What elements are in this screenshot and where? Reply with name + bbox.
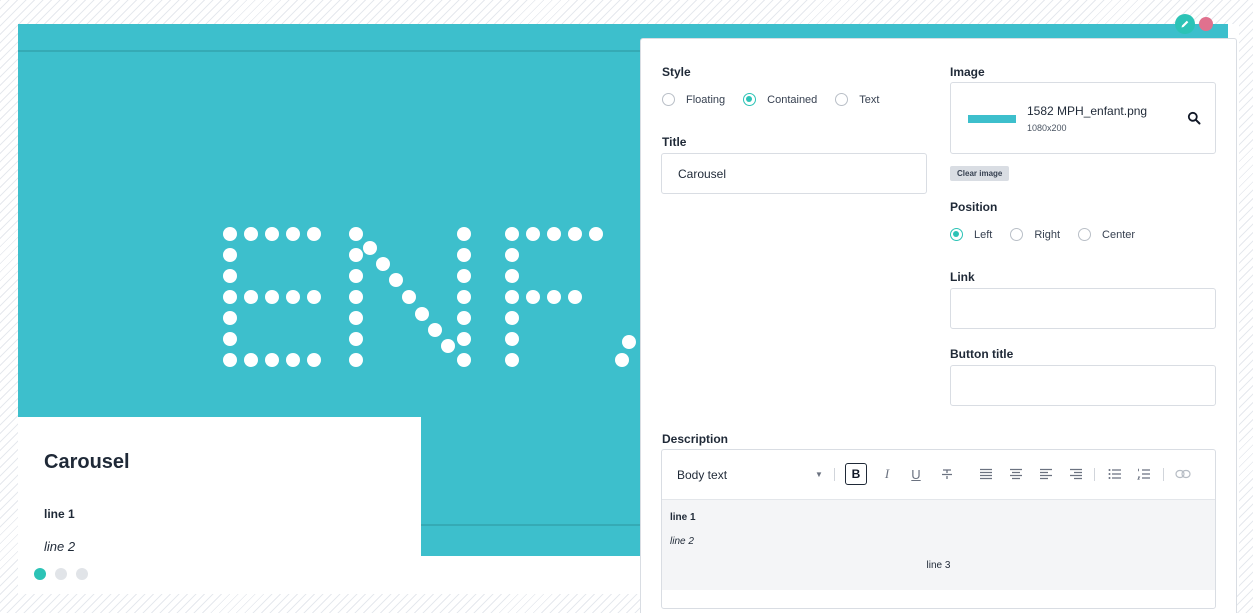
radio-floating[interactable] [662, 93, 675, 106]
clear-image-button[interactable]: Clear image [950, 166, 1010, 181]
title-input[interactable] [661, 153, 927, 194]
align-justify-icon [980, 468, 992, 480]
editor-line-2[interactable]: line 2 [670, 536, 694, 547]
carousel-dot-3[interactable] [76, 568, 88, 580]
image-dimensions: 1080x200 [1027, 123, 1067, 133]
block-settings-panel: Style Floating Contained Text Title Imag… [640, 38, 1237, 613]
rich-text-editor: Body text ▼ B I U line 1 line 2 line 3 [661, 449, 1216, 609]
caption-line-2: line 2 [44, 539, 76, 554]
position-label: Position [950, 200, 998, 214]
italic-button[interactable]: I [876, 463, 898, 485]
radio-floating-label[interactable]: Floating [686, 94, 725, 106]
carousel-dot-2[interactable] [55, 568, 67, 580]
link-icon [1175, 469, 1191, 479]
bullet-list-icon [1108, 469, 1121, 479]
align-right-button[interactable] [1065, 463, 1087, 485]
description-label: Description [662, 432, 729, 446]
editor-line-1[interactable]: line 1 [670, 512, 696, 523]
editor-toolbar: Body text ▼ B I U [662, 450, 1215, 500]
strikethrough-button[interactable] [936, 463, 958, 485]
numbered-list-icon [1137, 468, 1150, 480]
image-filename: 1582 MPH_enfant.png [1027, 104, 1148, 118]
image-picker[interactable]: 1582 MPH_enfant.png 1080x200 [950, 82, 1216, 154]
carousel-pagination [34, 568, 88, 580]
delete-block-button[interactable] [1199, 17, 1213, 31]
link-label: Link [950, 270, 975, 284]
radio-contained-label[interactable]: Contained [767, 94, 817, 106]
toolbar-divider [834, 468, 835, 481]
link-input[interactable] [950, 288, 1216, 329]
radio-left-label[interactable]: Left [974, 229, 992, 241]
strikethrough-icon [942, 469, 952, 479]
button-title-input[interactable] [950, 365, 1216, 406]
radio-left[interactable] [950, 228, 963, 241]
align-right-icon [1070, 468, 1082, 480]
edit-block-button[interactable] [1175, 14, 1195, 34]
button-title-label: Button title [950, 347, 1014, 361]
editor-line-3[interactable]: line 3 [662, 560, 1215, 571]
numbered-list-button[interactable] [1133, 463, 1155, 485]
image-thumbnail [968, 115, 1016, 123]
text-format-select[interactable]: Body text [677, 468, 727, 482]
position-radio-group: Left Right Center [950, 228, 1153, 241]
bold-button[interactable]: B [845, 463, 867, 485]
radio-text[interactable] [835, 93, 849, 106]
underline-button[interactable]: U [905, 463, 927, 485]
editor-content[interactable]: line 1 line 2 line 3 [662, 500, 1215, 590]
radio-text-label[interactable]: Text [859, 94, 879, 106]
radio-right[interactable] [1010, 228, 1024, 241]
align-left-icon [1040, 468, 1052, 480]
block-actions [1175, 14, 1213, 34]
style-label: Style [662, 65, 691, 79]
radio-center-label[interactable]: Center [1102, 229, 1135, 241]
toolbar-divider [1094, 468, 1095, 481]
radio-center[interactable] [1078, 228, 1092, 241]
bullet-list-button[interactable] [1104, 463, 1126, 485]
radio-right-label[interactable]: Right [1034, 229, 1060, 241]
carousel-caption: Carousel line 1 line 2 [18, 417, 421, 594]
search-icon[interactable] [1187, 111, 1201, 125]
align-center-icon [1010, 468, 1022, 480]
image-label: Image [950, 65, 985, 79]
title-label: Title [662, 135, 687, 149]
carousel-dot-1[interactable] [34, 568, 46, 580]
radio-contained[interactable] [743, 93, 757, 106]
toolbar-divider [1163, 468, 1164, 481]
align-justify-button[interactable] [975, 463, 997, 485]
align-center-button[interactable] [1005, 463, 1027, 485]
pencil-icon [1181, 20, 1189, 28]
style-radio-group: Floating Contained Text [662, 93, 897, 106]
link-button[interactable] [1172, 463, 1194, 485]
caption-line-1: line 1 [44, 507, 75, 521]
align-left-button[interactable] [1035, 463, 1057, 485]
chevron-down-icon[interactable]: ▼ [815, 470, 823, 479]
caption-title: Carousel [44, 451, 130, 473]
